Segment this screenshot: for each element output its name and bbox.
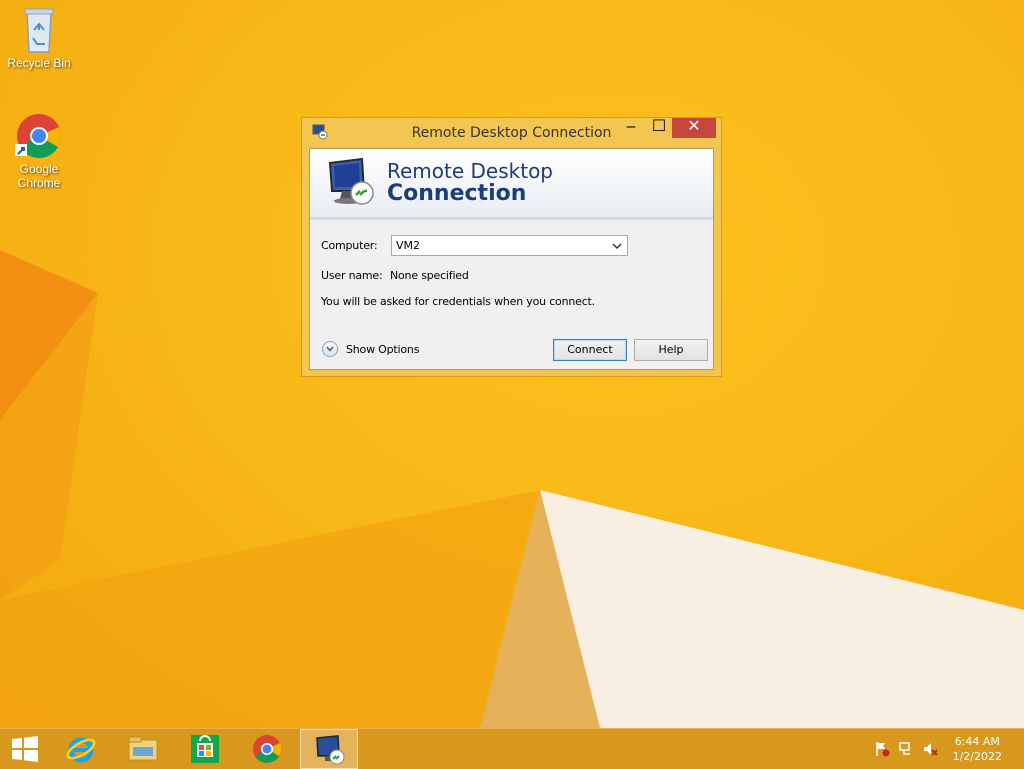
- connect-button[interactable]: Connect: [553, 339, 627, 361]
- taskbar-internet-explorer[interactable]: [52, 729, 110, 769]
- clock-date: 1/2/2022: [952, 750, 1002, 763]
- username-label: User name:: [321, 269, 383, 282]
- taskbar-chrome[interactable]: [238, 729, 296, 769]
- volume-muted-icon[interactable]: [922, 741, 938, 757]
- close-button[interactable]: ✕: [672, 118, 716, 138]
- clock-time: 6:44 AM: [954, 735, 1000, 748]
- start-icon: [12, 736, 38, 762]
- banner-divider: [310, 218, 713, 220]
- chevron-down-icon[interactable]: [611, 239, 623, 251]
- show-options-label: Show Options: [346, 343, 420, 356]
- username-value: None specified: [390, 269, 469, 282]
- maximize-button[interactable]: ☐: [646, 118, 672, 138]
- taskbar-file-explorer[interactable]: [114, 729, 172, 769]
- banner-title-line1: Remote Desktop: [387, 159, 554, 183]
- start-button[interactable]: [0, 729, 50, 769]
- system-clock[interactable]: 6:44 AM 1/2/2022: [953, 734, 1002, 764]
- taskbar-store[interactable]: [176, 729, 234, 769]
- action-center-flag-icon[interactable]: [874, 741, 890, 757]
- chrome-icon: [15, 112, 63, 160]
- remote-desktop-monitor-icon: [326, 157, 376, 207]
- desktop-icon-label: Recycle Bin: [7, 56, 71, 70]
- network-icon[interactable]: [898, 741, 914, 757]
- file-explorer-icon: [128, 736, 158, 761]
- remote-desktop-window: Remote Desktop Connection – ☐ ✕ Remote D…: [301, 117, 722, 377]
- internet-explorer-icon: [66, 737, 96, 763]
- expand-down-icon: [322, 341, 338, 357]
- computer-value: VM2: [396, 239, 421, 252]
- window-client-area: Remote Desktop Connection Computer: VM2 …: [309, 148, 714, 370]
- header-banner: Remote Desktop Connection: [310, 149, 713, 218]
- recycle-bin-icon: [15, 6, 63, 54]
- chrome-icon: [253, 735, 282, 763]
- window-titlebar[interactable]: Remote Desktop Connection – ☐ ✕: [302, 118, 721, 147]
- minimize-button[interactable]: –: [618, 118, 644, 138]
- desktop-icon-recycle-bin[interactable]: Recycle Bin: [1, 6, 77, 70]
- computer-label: Computer:: [321, 239, 378, 252]
- help-button[interactable]: Help: [634, 339, 708, 361]
- banner-title-line2: Connection: [387, 181, 527, 206]
- remote-desktop-icon: [316, 735, 345, 765]
- credentials-info-text: You will be asked for credentials when y…: [321, 295, 595, 308]
- store-icon: [191, 735, 219, 763]
- taskbar-remote-desktop[interactable]: [300, 729, 358, 769]
- computer-combobox[interactable]: VM2: [391, 235, 628, 256]
- taskbar: 6:44 AM 1/2/2022: [0, 728, 1024, 769]
- desktop-icon-label: Google Chrome: [17, 162, 61, 190]
- desktop-icon-google-chrome[interactable]: Google Chrome: [1, 112, 77, 190]
